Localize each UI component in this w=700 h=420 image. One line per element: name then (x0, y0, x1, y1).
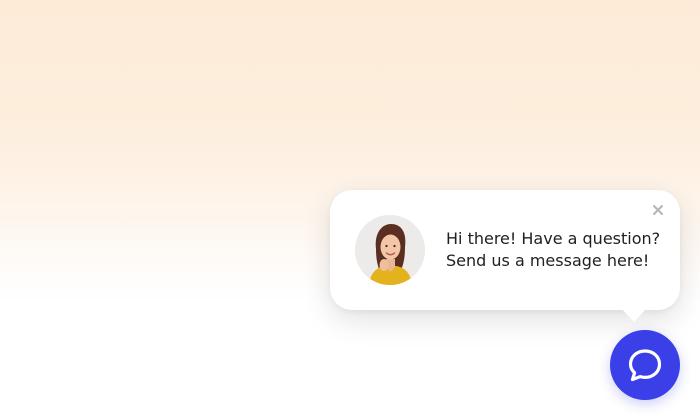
close-icon (653, 205, 663, 215)
greeting-line-2: Send us a message here! (446, 251, 650, 270)
chat-bubble-icon (628, 349, 662, 382)
close-button[interactable] (650, 202, 666, 218)
agent-avatar (355, 215, 425, 285)
greeting-line-1: Hi there! Have a question? (446, 229, 661, 248)
chat-greeting-popup[interactable]: Hi there! Have a question? Send us a mes… (330, 190, 680, 322)
greeting-message: Hi there! Have a question? Send us a mes… (446, 228, 671, 272)
popup-tail (622, 309, 646, 322)
chat-launcher-button[interactable] (610, 330, 680, 400)
